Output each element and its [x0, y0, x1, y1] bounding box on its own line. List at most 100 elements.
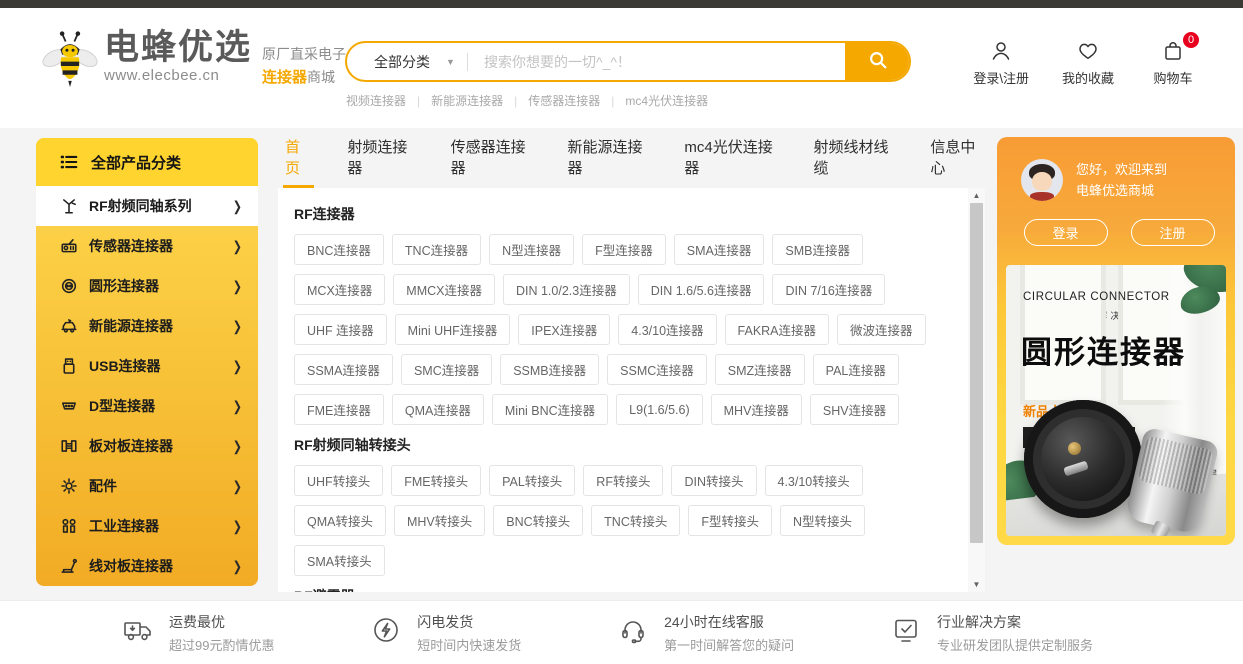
category-tag[interactable]: UHF转接头 [294, 465, 383, 496]
category-tag[interactable]: PAL转接头 [489, 465, 575, 496]
tab-7[interactable]: 信息中心 [930, 136, 985, 180]
category-tag[interactable]: TNC转接头 [591, 505, 680, 536]
tab-4[interactable]: 新能源连接器 [568, 136, 650, 180]
sidebar-item-label: 圆形连接器 [89, 276, 222, 296]
category-tag[interactable]: F型连接器 [582, 234, 666, 265]
sidebar-item-4[interactable]: 新能源连接器❯ [36, 306, 258, 346]
footer-item-title: 闪电发货 [417, 612, 521, 632]
category-tag[interactable]: UHF 连接器 [294, 314, 387, 345]
headset-icon [617, 614, 649, 651]
category-tag[interactable]: SMA连接器 [674, 234, 765, 265]
d-sub-icon [59, 397, 78, 415]
avatar [1021, 159, 1063, 201]
tab-6[interactable]: 射频线材线缆 [813, 136, 895, 180]
category-tag[interactable]: 4.3/10连接器 [618, 314, 716, 345]
scrollbar-thumb[interactable] [970, 203, 983, 543]
sidebar-item-8[interactable]: 配件❯ [36, 466, 258, 506]
sidebar-item-6[interactable]: D型连接器❯ [36, 386, 258, 426]
category-tag[interactable]: SMA转接头 [294, 545, 385, 576]
category-tag[interactable]: PAL连接器 [813, 354, 899, 385]
chevron-right-icon: ❯ [233, 278, 242, 294]
category-tag[interactable]: MMCX连接器 [393, 274, 495, 305]
chevron-down-icon: ▼ [446, 57, 455, 67]
scroll-down-icon[interactable]: ▼ [973, 577, 981, 591]
person-icon [989, 39, 1013, 66]
sidebar-item-1[interactable]: RF射频同轴系列❯ [36, 186, 258, 226]
hot-link-4[interactable]: mc4光伏连接器 [625, 92, 708, 109]
category-tag[interactable]: MHV转接头 [394, 505, 485, 536]
search-input[interactable] [468, 54, 845, 70]
category-tag[interactable]: TNC连接器 [392, 234, 481, 265]
tab-2[interactable]: 射频连接器 [347, 136, 415, 180]
category-tag[interactable]: SMB连接器 [772, 234, 863, 265]
sidebar-item-3[interactable]: 圆形连接器 ❯ [36, 266, 258, 306]
category-tag[interactable]: SMZ连接器 [715, 354, 805, 385]
category-tag[interactable]: N型转接头 [780, 505, 865, 536]
category-tag[interactable]: BNC连接器 [294, 234, 384, 265]
category-tag[interactable]: FME连接器 [294, 394, 384, 425]
service-footer: 运费最优超过99元酌情优惠闪电发货短时间内快速发货24小时在线客服第一时间解答您… [0, 600, 1243, 664]
hot-link-3[interactable]: 传感器连接器 [528, 92, 600, 109]
sidebar-item-5[interactable]: USB连接器❯ [36, 346, 258, 386]
category-tag[interactable]: MCX连接器 [294, 274, 385, 305]
category-tag[interactable]: SSMA连接器 [294, 354, 393, 385]
hot-link-1[interactable]: 视频连接器 [346, 92, 406, 109]
login-button[interactable]: 登录 [1024, 219, 1108, 246]
category-panel: RF连接器BNC连接器TNC连接器N型连接器F型连接器SMA连接器SMB连接器M… [278, 188, 985, 592]
footer-item-title: 行业解决方案 [937, 612, 1093, 632]
category-tag[interactable]: MHV连接器 [711, 394, 802, 425]
category-tag[interactable]: SHV连接器 [810, 394, 899, 425]
sidebar-item-label: RF射频同轴系列 [89, 196, 222, 216]
footer-item-1: 运费最优超过99元酌情优惠 [122, 612, 274, 654]
divider: | [514, 94, 517, 108]
tab-1[interactable]: 首页 [285, 136, 312, 180]
header-action-1[interactable]: 登录\注册 [973, 39, 1029, 87]
category-tag[interactable]: Mini UHF连接器 [395, 314, 511, 345]
chevron-right-icon: ❯ [233, 318, 242, 334]
footer-item-title: 24小时在线客服 [664, 612, 794, 632]
header-action-3[interactable]: 购物车0 [1147, 39, 1199, 87]
category-tag[interactable]: QMA连接器 [392, 394, 484, 425]
tab-3[interactable]: 传感器连接器 [451, 136, 533, 180]
category-tag[interactable]: L9(1.6/5.6) [616, 394, 702, 425]
sidebar-item-label: 线对板连接器 [89, 556, 222, 576]
site-logo[interactable]: 电蜂优选 www.elecbee.cn 原厂直采电子 连接器商城 [42, 30, 346, 93]
welcome-text: 您好，欢迎来到 电蜂优选商城 [1076, 159, 1167, 202]
category-tag[interactable]: RF转接头 [583, 465, 663, 496]
hot-link-2[interactable]: 新能源连接器 [431, 92, 503, 109]
category-tag[interactable]: SSMB连接器 [500, 354, 599, 385]
category-tag[interactable]: IPEX连接器 [518, 314, 610, 345]
register-button[interactable]: 注册 [1131, 219, 1215, 246]
category-dropdown[interactable]: 全部分类 ▼ [347, 52, 467, 72]
category-tag[interactable]: F型转接头 [688, 505, 772, 536]
category-tag[interactable]: FME转接头 [391, 465, 481, 496]
sidebar-item-9[interactable]: 工业连接器❯ [36, 506, 258, 546]
page: 电蜂优选 www.elecbee.cn 原厂直采电子 连接器商城 全部分类 ▼ [0, 0, 1243, 664]
search-button[interactable] [845, 41, 911, 82]
chevron-right-icon: ❯ [233, 398, 242, 414]
scrollbar[interactable]: ▲ ▼ [968, 188, 985, 592]
footer-item-2: 闪电发货短时间内快速发货 [370, 612, 521, 654]
category-tag[interactable]: BNC转接头 [493, 505, 583, 536]
sidebar-item-2[interactable]: 传感器连接器❯ [36, 226, 258, 266]
sidebar-item-10[interactable]: 线对板连接器❯ [36, 546, 258, 586]
category-tag[interactable]: DIN 1.6/5.6连接器 [638, 274, 765, 305]
header-action-2[interactable]: 我的收藏 [1062, 39, 1114, 87]
top-black-bar [0, 0, 1243, 8]
scroll-up-icon[interactable]: ▲ [973, 188, 981, 202]
category-tag[interactable]: 4.3/10转接头 [765, 465, 863, 496]
category-tag[interactable]: N型连接器 [489, 234, 574, 265]
category-tag[interactable]: QMA转接头 [294, 505, 386, 536]
category-tag[interactable]: Mini BNC连接器 [492, 394, 608, 425]
category-tag[interactable]: DIN 7/16连接器 [772, 274, 885, 305]
category-tag[interactable]: DIN转接头 [671, 465, 756, 496]
category-tag[interactable]: 微波连接器 [837, 314, 926, 345]
tab-5[interactable]: mc4光伏连接器 [684, 136, 778, 180]
sidebar-item-7[interactable]: 板对板连接器❯ [36, 426, 258, 466]
heart-icon [1076, 39, 1100, 66]
category-tag[interactable]: SMC连接器 [401, 354, 492, 385]
category-tag[interactable]: SSMC连接器 [607, 354, 707, 385]
category-tag[interactable]: FAKRA连接器 [725, 314, 830, 345]
promo-banner[interactable]: CIRCULAR CONNECTOR 更高性能高速解决方案 圆形连接器 ≋≋ 新… [1006, 265, 1226, 536]
category-tag[interactable]: DIN 1.0/2.3连接器 [503, 274, 630, 305]
